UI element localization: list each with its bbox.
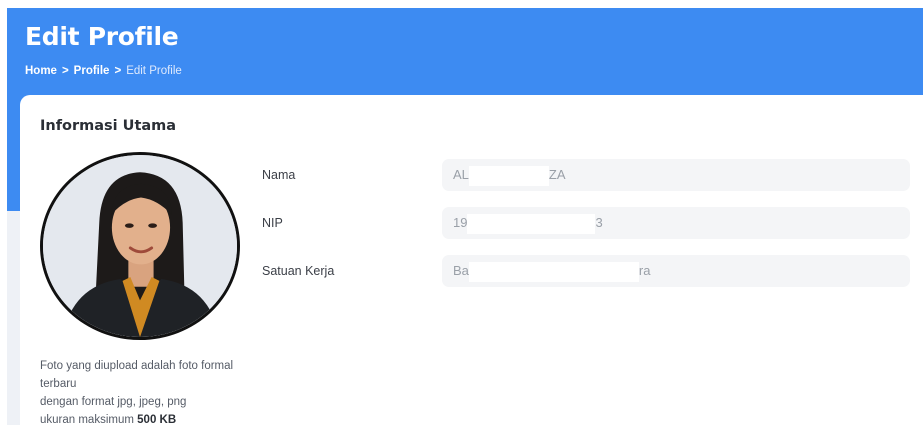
breadcrumb-home-link[interactable]: Home xyxy=(25,65,57,77)
redaction-mask xyxy=(468,165,549,186)
breadcrumb-separator: > xyxy=(61,65,69,77)
field-value-end: ra xyxy=(638,263,651,278)
upload-note-line: dengan format jpg, jpeg, png xyxy=(40,396,187,408)
upload-note-line: Foto yang diupload adalah foto formal te… xyxy=(40,360,234,390)
breadcrumb-profile-link[interactable]: Profile xyxy=(74,65,110,77)
field-value-start: AL xyxy=(453,167,469,182)
breadcrumb-separator: > xyxy=(114,65,122,77)
field-row-nip: NIP 19 3 xyxy=(20,207,923,239)
field-value-end: ZA xyxy=(548,167,566,182)
upload-note: Foto yang diupload adalah foto formal te… xyxy=(40,357,250,425)
upload-note-size-value: 500 KB xyxy=(137,414,177,425)
upload-note-line: ukuran maksimum 500 KB xyxy=(40,411,250,425)
breadcrumb-current: Edit Profile xyxy=(126,65,182,77)
redaction-mask xyxy=(468,261,639,282)
section-title: Informasi Utama xyxy=(40,118,177,134)
upload-note-size-prefix: ukuran maksimum xyxy=(40,414,134,425)
page-title: Edit Profile xyxy=(25,22,179,51)
field-label: Satuan Kerja xyxy=(262,264,335,278)
nip-field[interactable]: 19 3 xyxy=(442,207,910,239)
field-row-nama: Nama AL ZA xyxy=(20,159,923,191)
field-value-start: Ba xyxy=(453,263,469,278)
field-value-end: 3 xyxy=(595,215,603,230)
nama-field[interactable]: AL ZA xyxy=(442,159,910,191)
field-row-satuan-kerja: Satuan Kerja Ba ra xyxy=(20,255,923,287)
sidebar-edge xyxy=(7,211,20,425)
satuan-kerja-field[interactable]: Ba ra xyxy=(442,255,910,287)
field-value-start: 19 xyxy=(453,215,468,230)
field-label: Nama xyxy=(262,168,296,182)
field-label: NIP xyxy=(262,216,283,230)
breadcrumb: Home > Profile > Edit Profile xyxy=(25,65,182,77)
profile-card: Informasi Utama Foto yang diupload adala… xyxy=(20,95,923,425)
redaction-mask xyxy=(467,213,596,234)
